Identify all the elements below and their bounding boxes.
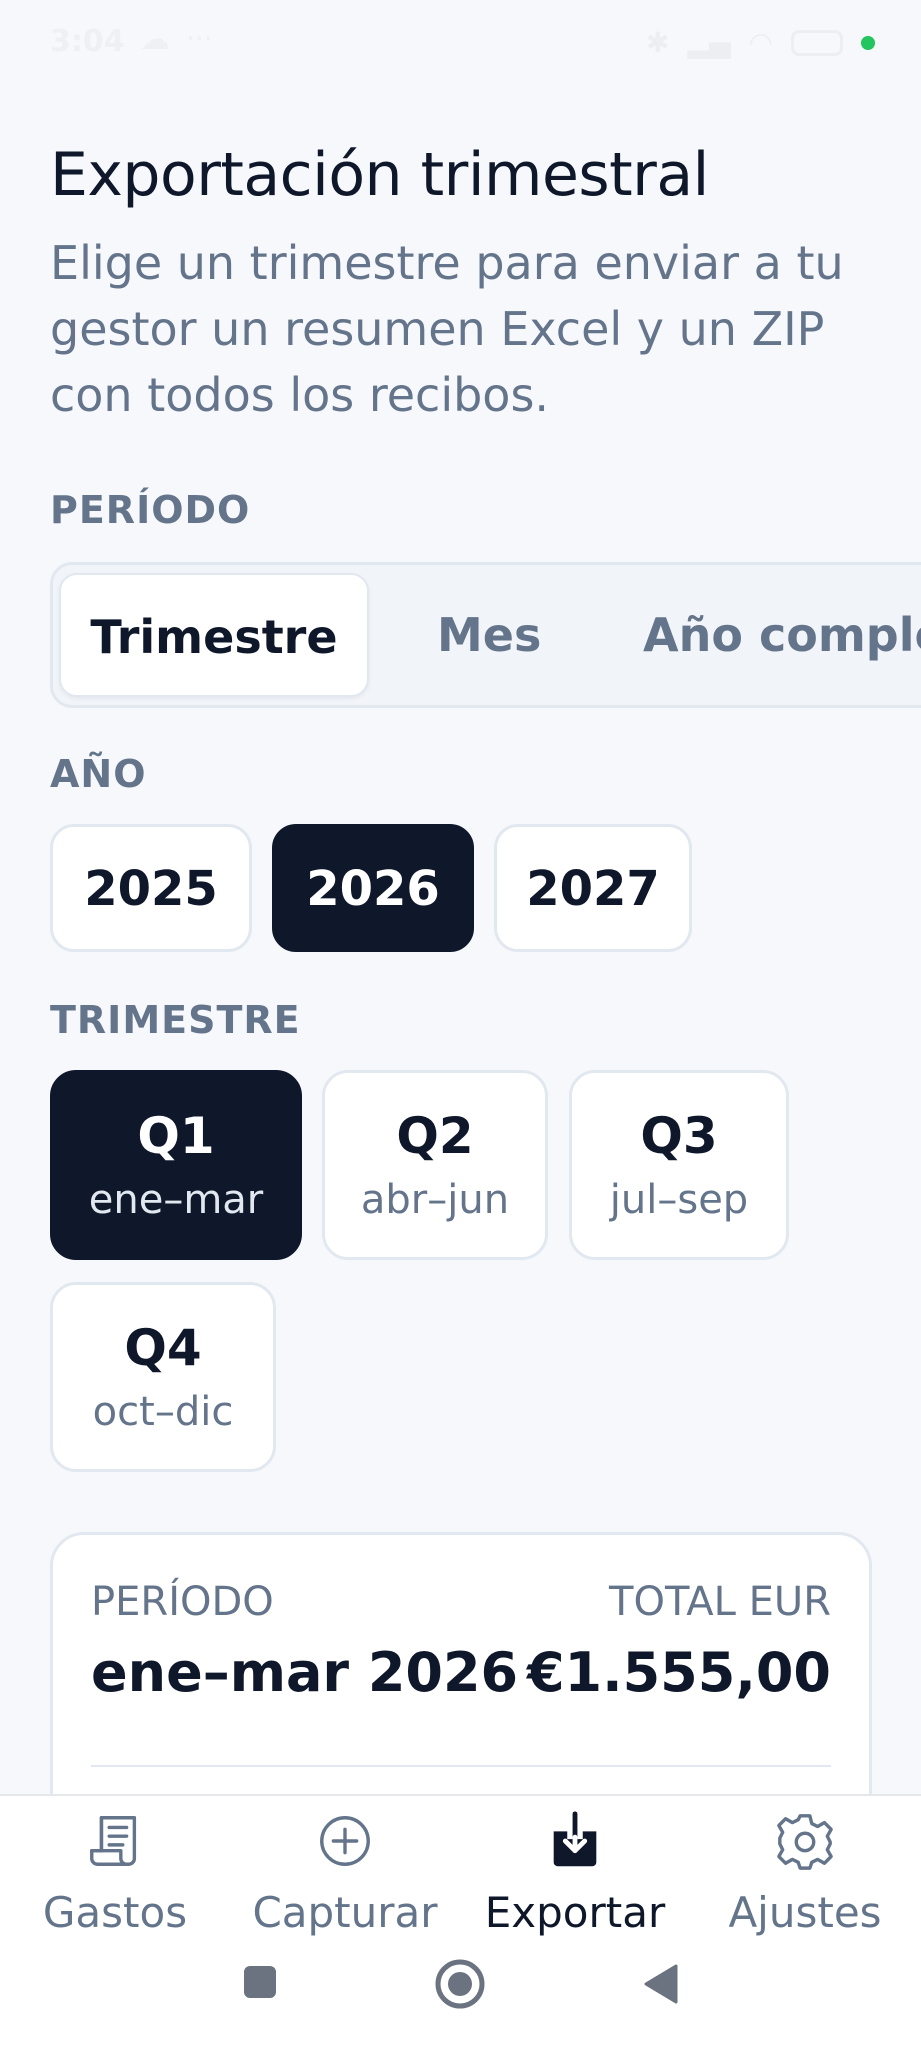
wifi-icon: ◠ — [748, 26, 773, 59]
signal-icon: ▂▄ — [687, 26, 731, 59]
page-title: Exportación trimestral — [50, 140, 709, 210]
period-section-label: PERÍODO — [50, 488, 251, 532]
summary-divider — [91, 1765, 831, 1767]
battery-icon — [791, 29, 843, 56]
period-segmented-control: Trimestre Mes Año comple — [50, 562, 921, 708]
page-subtitle: Elige un trimestre para enviar a tu gest… — [50, 236, 844, 422]
summary-total-value: €1.555,00 — [526, 1641, 831, 1704]
status-time: 3:04 — [50, 24, 125, 59]
year-chip-2025[interactable]: 2025 — [50, 824, 252, 952]
quarter-card-q3[interactable]: Q3 jul–sep — [569, 1070, 789, 1260]
system-navigation-bar — [0, 1940, 921, 2030]
plus-circle-icon — [320, 1816, 370, 1866]
quarter-range: abr–jun — [360, 1177, 510, 1223]
year-section-label: AÑO — [50, 752, 147, 796]
nav-label: Capturar — [252, 1888, 438, 1937]
quarter-range: jul–sep — [609, 1177, 749, 1223]
year-chip-2027[interactable]: 2027 — [494, 824, 692, 952]
nav-label: Ajustes — [728, 1888, 882, 1937]
period-option-mes[interactable]: Mes — [437, 573, 541, 697]
quarter-name: Q3 — [640, 1107, 718, 1165]
more-notifications-icon: ··· — [186, 22, 213, 55]
summary-period-value: ene–mar 2026 — [91, 1641, 519, 1704]
quarter-range: oct–dic — [92, 1389, 234, 1435]
period-option-ano-completo[interactable]: Año comple — [643, 573, 921, 697]
recents-button-icon[interactable] — [240, 1962, 280, 2002]
nav-item-exportar[interactable]: Exportar — [460, 1810, 690, 1937]
nav-label: Exportar — [484, 1888, 666, 1937]
quarter-card-q4[interactable]: Q4 oct–dic — [50, 1282, 276, 1472]
status-icons: ✱ ▂▄ ◠ — [646, 26, 875, 59]
nav-label: Gastos — [42, 1888, 188, 1937]
app-screen: 3:04 ☁ ··· ✱ ▂▄ ◠ Exportación trimestral… — [0, 0, 921, 2048]
status-bar: 3:04 ☁ ··· ✱ ▂▄ ◠ — [0, 0, 921, 90]
nav-item-gastos[interactable]: Gastos — [0, 1810, 230, 1937]
export-download-icon — [553, 1811, 597, 1867]
privacy-indicator-icon — [861, 35, 875, 50]
quarter-card-q2[interactable]: Q2 abr–jun — [322, 1070, 548, 1260]
gear-icon — [777, 1814, 833, 1870]
quarter-range: ene–mar — [88, 1177, 264, 1223]
quarter-name: Q2 — [396, 1107, 474, 1165]
summary-total-label: TOTAL EUR — [609, 1579, 831, 1625]
period-option-trimestre[interactable]: Trimestre — [59, 573, 369, 697]
nav-item-capturar[interactable]: Capturar — [230, 1810, 460, 1937]
nav-item-ajustes[interactable]: Ajustes — [690, 1810, 920, 1937]
cloud-icon: ☁ — [140, 22, 170, 57]
year-chip-2026[interactable]: 2026 — [272, 824, 474, 952]
back-button-icon[interactable] — [640, 1962, 680, 2006]
summary-period-label: PERÍODO — [91, 1579, 274, 1625]
bluetooth-icon: ✱ — [646, 26, 670, 59]
home-button-icon[interactable] — [434, 1958, 486, 2010]
quarter-section-label: TRIMESTRE — [50, 998, 301, 1042]
quarter-name: Q4 — [124, 1319, 202, 1377]
quarter-name: Q1 — [137, 1107, 215, 1165]
quarter-card-q1[interactable]: Q1 ene–mar — [50, 1070, 302, 1260]
receipt-icon — [90, 1816, 137, 1866]
